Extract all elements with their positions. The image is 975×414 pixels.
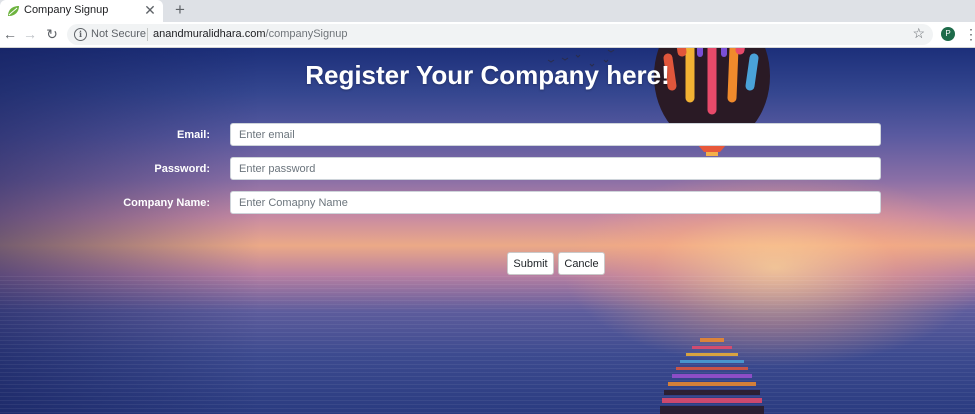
page-title: Register Your Company here! [305,60,670,90]
tab-title: Company Signup [24,4,109,16]
address-bar[interactable]: i Not Secure anandmuralidhara.com/compan… [67,24,933,45]
back-arrow-icon[interactable]: ← [2,26,18,42]
url-host: anandmuralidhara.com [153,28,266,40]
new-tab-button[interactable]: + [171,1,189,19]
bookmark-star-icon[interactable]: ☆ [912,25,925,42]
tab-close-icon[interactable]: ✕ [143,2,157,18]
password-input[interactable] [230,157,881,180]
reload-icon[interactable]: ↻ [44,26,60,42]
email-label: Email: [176,129,210,141]
cancel-button[interactable]: Cancle [558,252,605,275]
page-viewport: Register Your Company here! Email: Passw… [0,48,975,414]
tab-strip: Company Signup ✕ + [0,0,975,22]
url-divider [147,28,148,41]
leaf-favicon-icon [8,6,19,16]
info-icon[interactable]: i [74,28,87,41]
browser-toolbar: ← → ↻ i Not Secure anandmuralidhara.com/… [0,22,975,48]
kebab-menu-icon[interactable]: ⋮ [964,26,975,42]
password-label: Password: [154,163,210,175]
company-name-input[interactable] [230,191,881,214]
url-path: /companySignup [265,28,348,40]
email-input[interactable] [230,123,881,146]
url-text[interactable]: anandmuralidhara.com/companySignup [153,28,347,40]
forward-arrow-icon[interactable]: → [22,26,38,42]
security-status[interactable]: Not Secure [91,28,146,40]
profile-avatar[interactable]: P [941,27,955,41]
hot-air-balloon-image [547,48,770,414]
tab-company-signup[interactable]: Company Signup ✕ [0,0,163,22]
company-name-label: Company Name: [123,197,210,209]
submit-button[interactable]: Submit [507,252,554,275]
